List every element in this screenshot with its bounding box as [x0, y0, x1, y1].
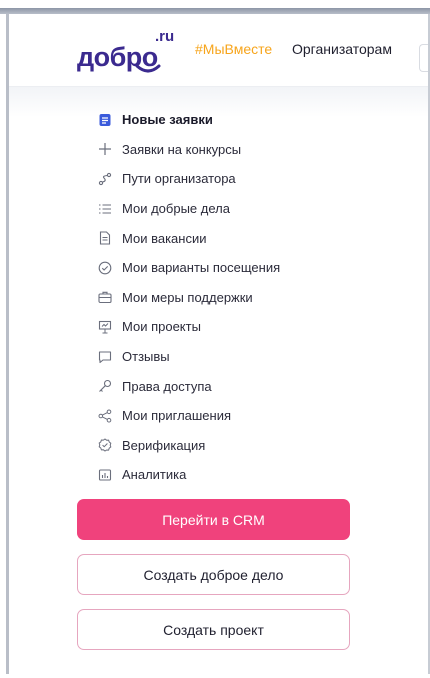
presentation-icon — [97, 319, 113, 335]
verified-badge-icon — [97, 437, 113, 453]
logo-smile-icon — [135, 64, 161, 73]
menu-item-contest-requests[interactable]: Заявки на конкурсы — [97, 135, 280, 165]
go-to-crm-button[interactable]: Перейти в CRM — [77, 499, 350, 540]
route-icon — [97, 171, 113, 187]
menu-item-new-requests[interactable]: Новые заявки — [97, 105, 280, 135]
menu-item-label: Заявки на конкурсы — [122, 141, 242, 157]
chat-icon — [97, 349, 113, 365]
document-icon — [97, 230, 113, 246]
menu-item-label: Аналитика — [122, 467, 187, 483]
menu-item-label: Мои меры поддержки — [122, 289, 253, 305]
organizers-link[interactable]: Организаторам — [292, 41, 392, 57]
menu-item-reviews[interactable]: Отзывы — [97, 342, 280, 372]
menu-item-analytics[interactable]: Аналитика — [97, 460, 280, 490]
plus-icon — [97, 141, 113, 157]
menu-item-label: Пути организатора — [122, 171, 236, 187]
logo-domain: .ru — [155, 28, 175, 45]
menu-item-visit-options[interactable]: Мои варианты посещения — [97, 253, 280, 283]
menu-item-label: Отзывы — [122, 349, 170, 365]
document-list-icon — [97, 112, 113, 128]
list-icon — [97, 201, 113, 217]
menu-item-label: Мои варианты посещения — [122, 260, 281, 276]
menu-item-label: Мои добрые дела — [122, 201, 230, 217]
menu-item-label: Мои проекты — [122, 319, 201, 335]
page: добро .ru #МыВместе Организаторам Новые … — [9, 14, 428, 678]
menu-item-label: Права доступа — [122, 378, 212, 394]
menu-item-verification[interactable]: Верификация — [97, 431, 280, 461]
menu-item-my-vacancies[interactable]: Мои вакансии — [97, 223, 280, 253]
organizer-menu-panel: Новые заявки Заявки на конкурсы Пути орг… — [9, 87, 428, 678]
menu-item-label: Верификация — [122, 437, 206, 453]
briefcase-icon — [97, 289, 113, 305]
menu-item-label: Новые заявки — [122, 112, 213, 128]
menu-item-label: Мои вакансии — [122, 230, 207, 246]
search-field-edge[interactable] — [419, 44, 428, 72]
menu-item-my-deeds[interactable]: Мои добрые дела — [97, 194, 280, 224]
menu-item-support-measures[interactable]: Мои меры поддержки — [97, 283, 280, 313]
menu-item-organizer-paths[interactable]: Пути организатора — [97, 164, 280, 194]
create-project-button[interactable]: Создать проект — [77, 609, 350, 650]
menu-item-label: Мои приглашения — [122, 408, 232, 424]
site-header: добро .ru #МыВместе Организаторам — [9, 14, 428, 87]
dobro-logo[interactable]: добро .ru — [77, 28, 174, 73]
check-circle-icon — [97, 260, 113, 276]
key-icon — [97, 378, 113, 394]
chart-icon — [97, 467, 113, 483]
create-deed-button[interactable]: Создать доброе дело — [77, 554, 350, 595]
menu-item-access-rights[interactable]: Права доступа — [97, 371, 280, 401]
menu-item-my-invitations[interactable]: Мои приглашения — [97, 401, 280, 431]
organizer-menu: Новые заявки Заявки на конкурсы Пути орг… — [97, 105, 280, 490]
menu-item-my-projects[interactable]: Мои проекты — [97, 312, 280, 342]
share-icon — [97, 408, 113, 424]
hashtag-link[interactable]: #МыВместе — [195, 41, 272, 57]
